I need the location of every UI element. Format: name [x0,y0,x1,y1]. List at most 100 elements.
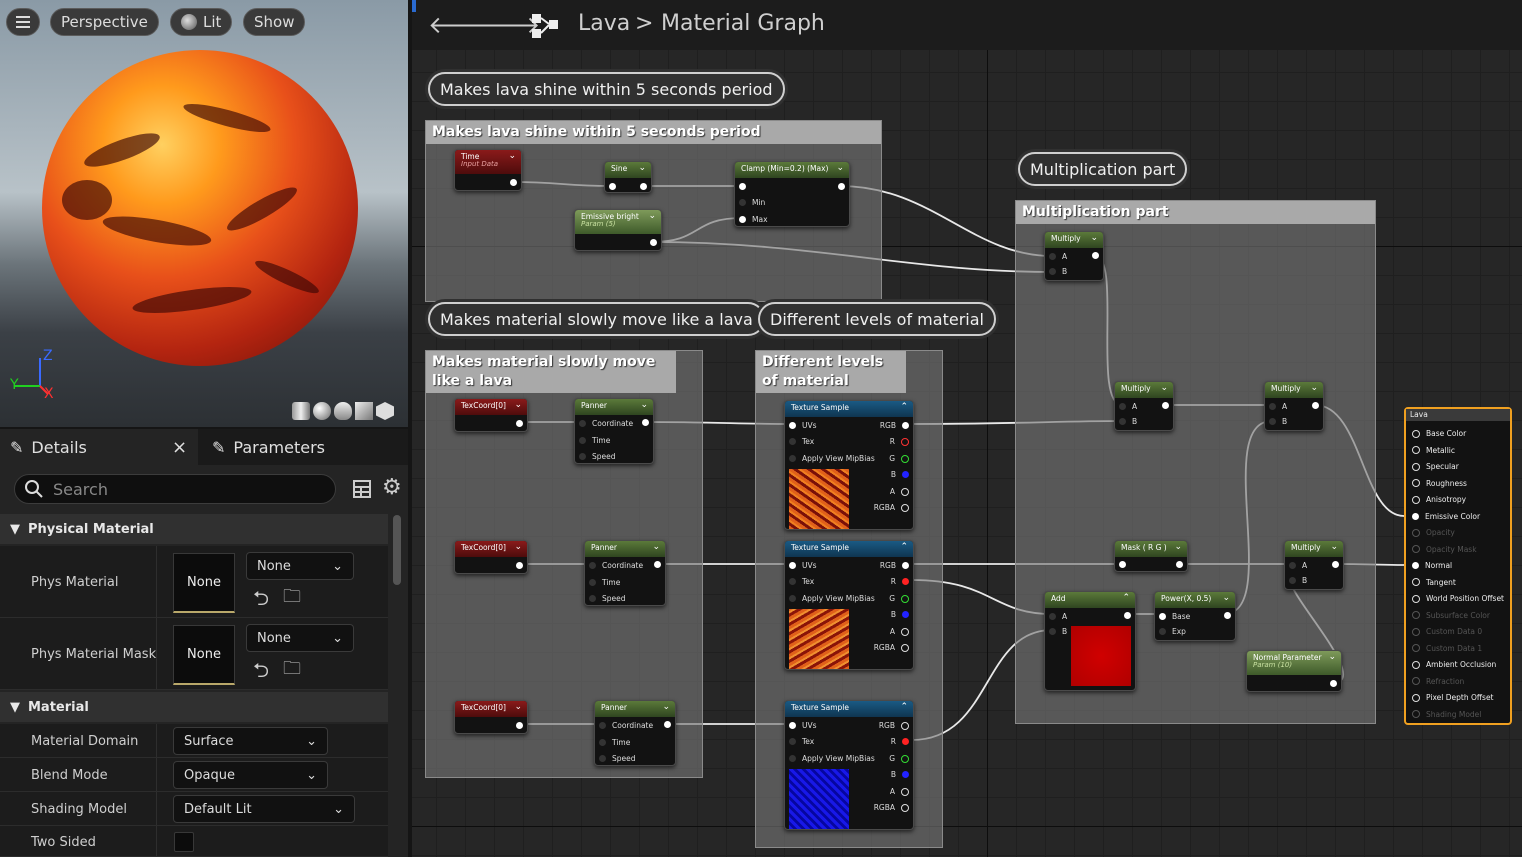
base-pin[interactable]: Base [1159,612,1190,621]
node-mask[interactable]: Mask ( R G ) ⌄ [1114,540,1188,572]
result-input-pin[interactable]: Custom Data 0 [1412,627,1482,636]
b-pin[interactable]: B [891,770,909,779]
input-b-pin[interactable]: B [1049,627,1067,636]
result-input-pin[interactable]: Pixel Depth Offset [1412,693,1494,702]
section-physical-material[interactable]: ▼ Physical Material [0,514,388,544]
r-pin[interactable]: R [891,737,909,746]
node-texcoord-3[interactable]: TexCoord[0] ⌄ [454,700,528,734]
rgba-pin[interactable]: RGBA [874,503,909,512]
phys-material-thumbnail[interactable]: None [173,553,235,613]
node-texture-sample-3[interactable]: Texture Sample ⌃ UVs Tex Apply View MipBi… [784,700,914,830]
a-pin[interactable]: A [890,627,909,636]
output-pin[interactable] [510,179,517,186]
cylinder-icon[interactable] [292,402,310,420]
node-multiply-1[interactable]: Multiply ⌄ A B [1044,231,1104,281]
tab-details[interactable]: ✎ Details × [0,429,198,465]
max-pin[interactable]: Max [739,215,768,224]
input-b-pin[interactable]: B [1049,267,1067,276]
input-a-pin[interactable]: A [1289,561,1307,570]
rgba-pin[interactable]: RGBA [874,803,909,812]
comment-bubble-move[interactable]: Makes material slowly move like a lava [428,302,765,336]
result-input-pin[interactable]: Ambient Occlusion [1412,660,1496,669]
rgb-pin[interactable]: RGB [880,421,909,430]
table-view-icon[interactable] [353,480,371,498]
phys-material-dropdown[interactable]: None ⌄ [246,552,354,580]
node-emissive-bright[interactable]: Emissive bright Param (5) ⌄ [574,209,662,251]
result-input-pin[interactable]: Refraction [1412,677,1464,686]
use-selected-icon[interactable]: ⮌ [253,656,269,690]
output-pin[interactable] [1330,680,1337,687]
phys-material-mask-thumbnail[interactable]: None [173,625,235,685]
time-pin[interactable]: Time [579,436,610,445]
result-input-pin[interactable]: Anisotropy [1412,495,1466,504]
node-multiply-2[interactable]: Multiply ⌄ A B [1114,381,1174,431]
node-add[interactable]: Add ⌃ A B [1044,591,1136,691]
cube-icon[interactable] [355,402,373,420]
exp-pin[interactable]: Exp [1159,627,1186,636]
output-pin[interactable] [664,721,671,728]
node-texcoord-2[interactable]: TexCoord[0] ⌄ [454,540,528,574]
a-pin[interactable]: A [890,487,909,496]
node-texcoord-1[interactable]: TexCoord[0] ⌄ [454,398,528,432]
material-domain-dropdown[interactable]: Surface ⌄ [173,727,328,755]
tex-pin[interactable]: Tex [789,437,814,446]
search-input[interactable]: Search [14,474,336,504]
rgba-pin[interactable]: RGBA [874,643,909,652]
speed-pin[interactable]: Speed [589,594,626,603]
browse-asset-icon[interactable]: 🗀 [283,656,301,686]
output-pin[interactable] [654,561,661,568]
rgb-pin[interactable]: RGB [879,721,909,730]
output-pin[interactable] [650,239,657,246]
output-pin[interactable] [642,419,649,426]
use-selected-icon[interactable]: ⮌ [253,584,269,618]
min-pin[interactable]: Min [739,198,765,207]
a-pin[interactable]: A [890,787,909,796]
rgb-pin[interactable]: RGB [880,561,909,570]
material-graph-canvas[interactable]: 🡐 🡒 Lava > Material Graph Makes lava shi… [412,0,1522,857]
g-pin[interactable]: G [889,754,909,763]
comment-bubble-shine[interactable]: Makes lava shine within 5 seconds period [428,72,785,106]
phys-material-mask-dropdown[interactable]: None ⌄ [246,624,354,652]
output-pin[interactable] [516,562,523,569]
mipbias-pin[interactable]: Apply View MipBias [789,594,875,603]
r-pin[interactable]: R [890,437,909,446]
perspective-button[interactable]: Perspective [50,8,159,36]
node-sine[interactable]: Sine ⌄ [604,161,652,193]
coordinate-pin[interactable]: Coordinate [579,419,633,428]
result-input-pin[interactable]: Base Color [1412,429,1466,438]
input-pin[interactable] [609,183,616,190]
mesh-icon[interactable] [376,402,394,420]
tex-pin[interactable]: Tex [789,737,814,746]
browse-asset-icon[interactable]: 🗀 [283,584,301,614]
g-pin[interactable]: G [889,594,909,603]
node-panner-1[interactable]: Panner ⌄ Coordinate Time Speed [574,398,654,464]
node-power[interactable]: Power(X, 0.5) ⌄ Base Exp [1154,591,1236,641]
material-preview-viewport[interactable]: Perspective Lit Show Z Y X [0,0,408,427]
input-pin[interactable] [739,183,746,190]
input-b-pin[interactable]: B [1289,576,1307,585]
shading-model-dropdown[interactable]: Default Lit ⌄ [173,795,355,823]
blend-mode-dropdown[interactable]: Opaque ⌄ [173,761,328,789]
result-input-pin[interactable]: Opacity [1412,528,1455,537]
output-pin[interactable] [1224,612,1231,619]
result-input-pin[interactable]: World Position Offset [1412,594,1504,603]
input-a-pin[interactable]: A [1269,402,1287,411]
result-input-pin[interactable]: Specular [1412,462,1459,471]
viewport-menu-button[interactable] [6,8,40,36]
two-sided-checkbox[interactable] [174,832,194,852]
node-time[interactable]: Time Input Data ⌄ [454,149,522,191]
node-normal-parameter[interactable]: Normal Parameter Param (10) ⌄ [1246,650,1342,692]
b-pin[interactable]: B [891,610,909,619]
node-multiply-4[interactable]: Multiply ⌄ A B [1284,540,1344,590]
output-pin[interactable] [1162,402,1169,409]
output-pin[interactable] [1124,612,1131,619]
result-input-pin[interactable]: Normal [1412,561,1452,570]
result-input-pin[interactable]: Opacity Mask [1412,545,1477,554]
close-icon[interactable]: × [172,437,187,458]
node-texture-sample-2[interactable]: Texture Sample ⌃ UVs Tex Apply View MipBi… [784,540,914,670]
node-panner-3[interactable]: Panner ⌄ Coordinate Time Speed [594,700,676,766]
time-pin[interactable]: Time [589,578,620,587]
tab-parameters[interactable]: ✎ Parameters [202,429,402,465]
result-input-pin[interactable]: Shading Model [1412,710,1481,719]
output-pin[interactable] [1176,561,1183,568]
